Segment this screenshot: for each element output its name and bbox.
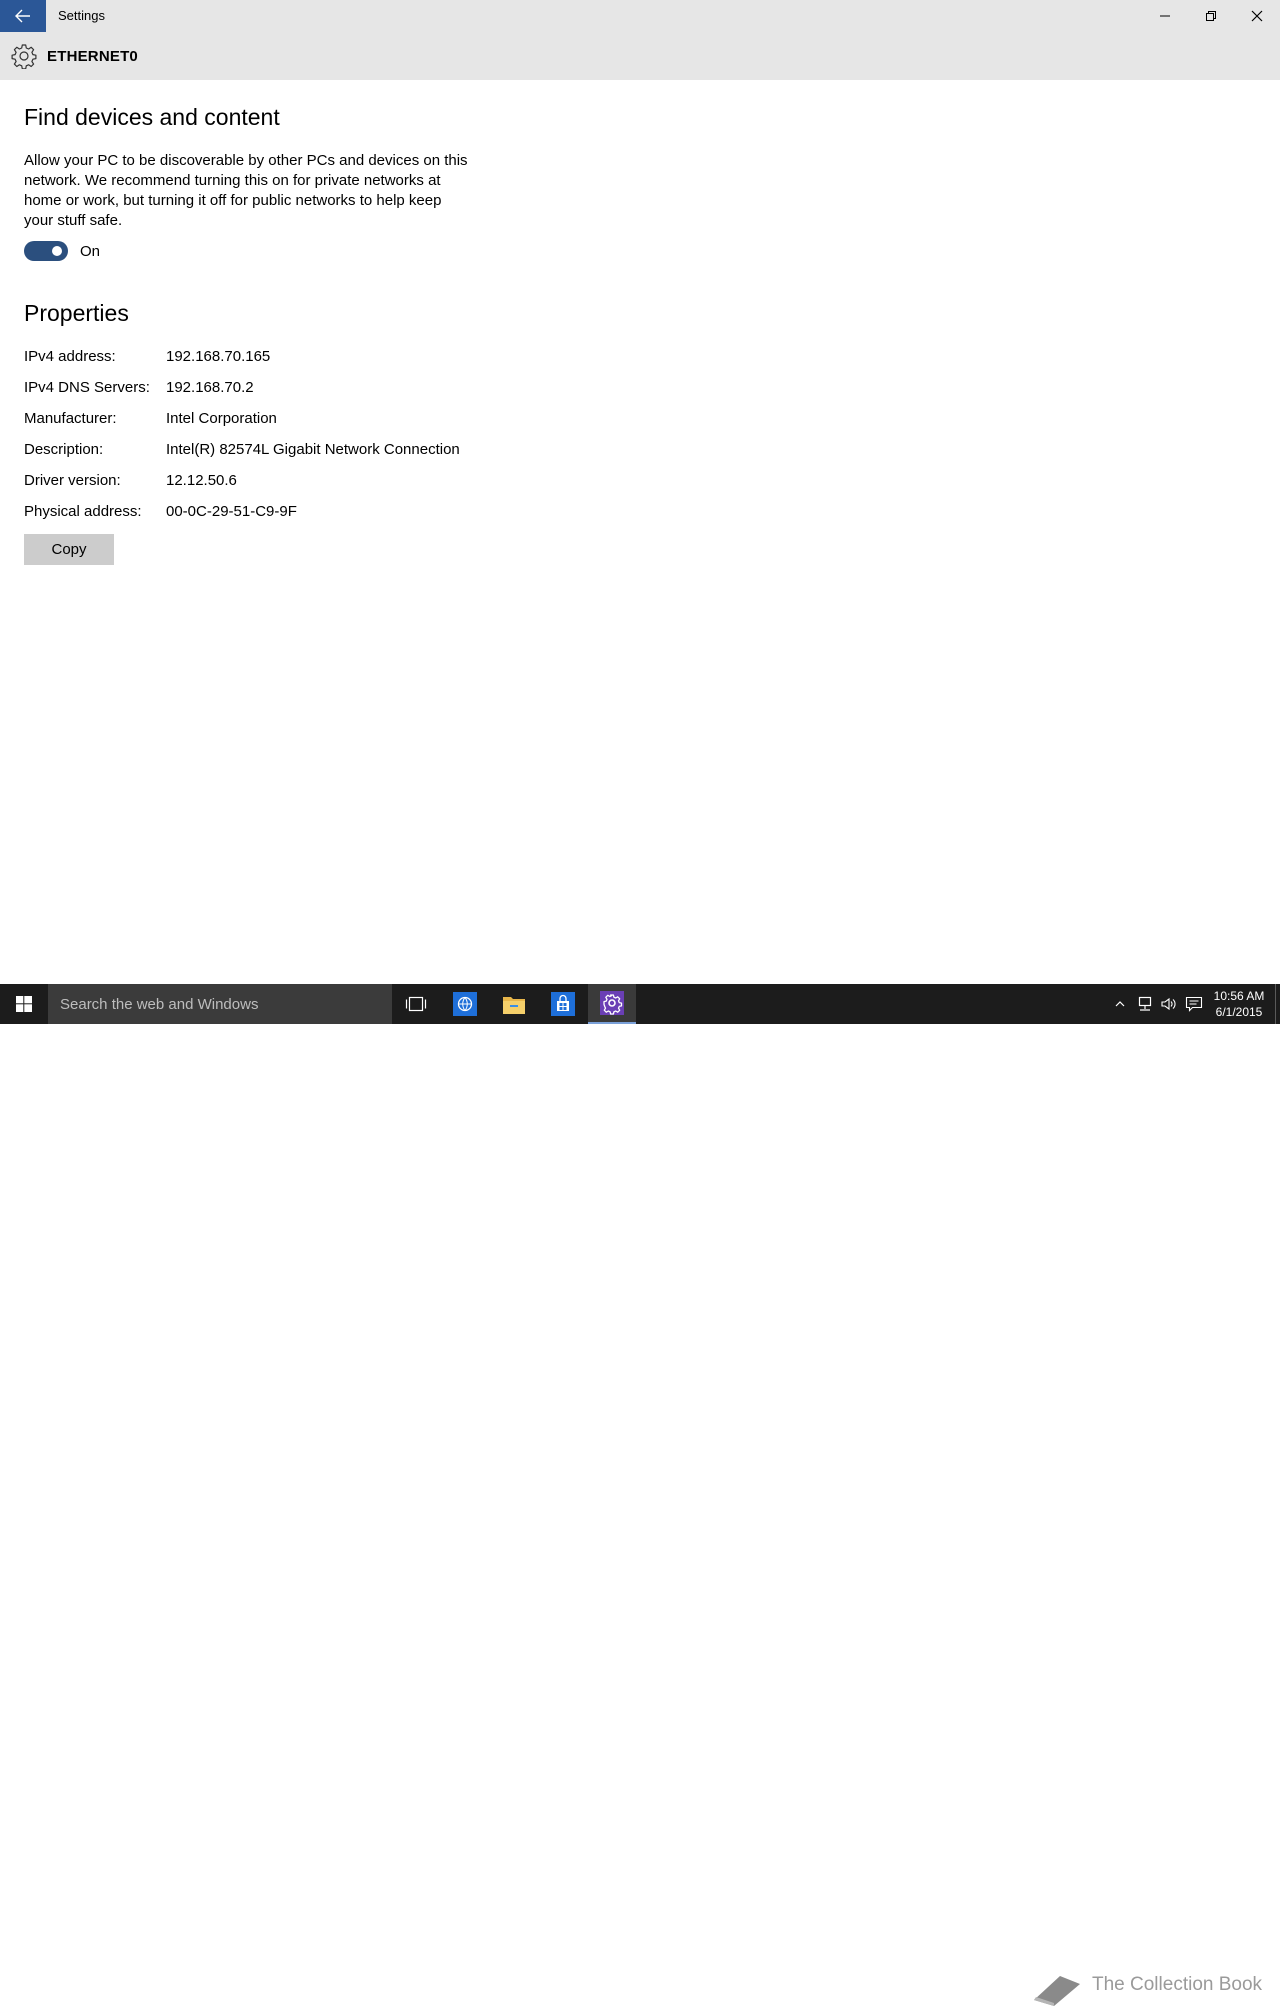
- property-label: Description:: [24, 441, 104, 458]
- file-explorer-button[interactable]: [490, 984, 538, 1024]
- find-devices-description: Allow your PC to be discoverable by othe…: [24, 152, 468, 229]
- task-view-icon: [405, 996, 427, 1012]
- show-desktop-button[interactable]: [1275, 984, 1280, 1024]
- volume-icon: [1161, 997, 1176, 1011]
- clock-date: 6/1/2015: [1215, 1005, 1263, 1019]
- property-label: Manufacturer:: [24, 410, 117, 427]
- gear-icon: [11, 44, 37, 69]
- volume-tray-button[interactable]: [1158, 984, 1180, 1024]
- book-icon: [1034, 1976, 1080, 2006]
- window-title: Settings: [58, 8, 105, 23]
- page-title: ETHERNET0: [47, 48, 138, 65]
- edge-button[interactable]: [441, 984, 489, 1024]
- clock-time: 10:56 AM: [1213, 989, 1265, 1003]
- file-explorer-icon: [503, 997, 525, 1014]
- property-value: 00-0C-29-51-C9-9F: [166, 503, 297, 520]
- close-button[interactable]: [1234, 0, 1280, 32]
- find-devices-heading: Find devices and content: [24, 104, 280, 130]
- settings-taskbar-button[interactable]: [588, 984, 636, 1024]
- watermark: The Collection Book: [1030, 1970, 1270, 2006]
- discoverable-toggle[interactable]: [24, 241, 68, 261]
- back-button[interactable]: [0, 0, 46, 32]
- show-hidden-icons-button[interactable]: [1110, 984, 1130, 1024]
- property-value: Intel(R) 82574L Gigabit Network Connecti…: [166, 441, 460, 458]
- minimize-button[interactable]: [1142, 0, 1188, 32]
- search-placeholder: Search the web and Windows: [60, 996, 259, 1013]
- store-icon: [551, 992, 575, 1016]
- edge-icon: [453, 992, 477, 1016]
- windows-logo-icon: [16, 996, 32, 1012]
- chevron-up-icon: [1115, 1001, 1125, 1007]
- restore-icon: [1206, 11, 1216, 21]
- store-button[interactable]: [539, 984, 587, 1024]
- start-button[interactable]: [0, 984, 48, 1024]
- property-label: IPv4 DNS Servers:: [24, 379, 150, 396]
- back-arrow-icon: [15, 9, 30, 23]
- toggle-state-label: On: [80, 243, 101, 260]
- property-label: Driver version:: [24, 472, 121, 489]
- property-value: 12.12.50.6: [166, 472, 237, 489]
- network-icon: [1138, 996, 1152, 1011]
- settings-icon: [600, 991, 624, 1015]
- search-input[interactable]: Search the web and Windows: [48, 984, 392, 1024]
- minimize-icon: [1160, 15, 1170, 17]
- taskbar: Search the web and Windows The Collectio…: [0, 984, 1280, 2006]
- page-header: ETHERNET0: [0, 32, 1280, 80]
- toggle-knob: [52, 246, 62, 256]
- property-value: 192.168.70.165: [166, 348, 271, 365]
- copy-button[interactable]: Copy: [24, 534, 114, 565]
- network-tray-button[interactable]: [1134, 984, 1156, 1024]
- action-center-icon: [1185, 996, 1203, 1012]
- clock[interactable]: 10:56 AM 6/1/2015: [1208, 988, 1270, 1020]
- property-value: Intel Corporation: [166, 410, 277, 427]
- watermark-text: The Collection Book: [1092, 1974, 1263, 1995]
- property-label: IPv4 address:: [24, 348, 116, 365]
- property-value: 192.168.70.2: [166, 379, 254, 396]
- title-bar: Settings: [0, 0, 1280, 32]
- property-label: Physical address:: [24, 503, 142, 520]
- restore-button[interactable]: [1188, 0, 1234, 32]
- close-icon: [1251, 10, 1263, 22]
- task-view-button[interactable]: [392, 984, 440, 1024]
- properties-heading: Properties: [24, 300, 129, 326]
- action-center-button[interactable]: [1182, 984, 1206, 1024]
